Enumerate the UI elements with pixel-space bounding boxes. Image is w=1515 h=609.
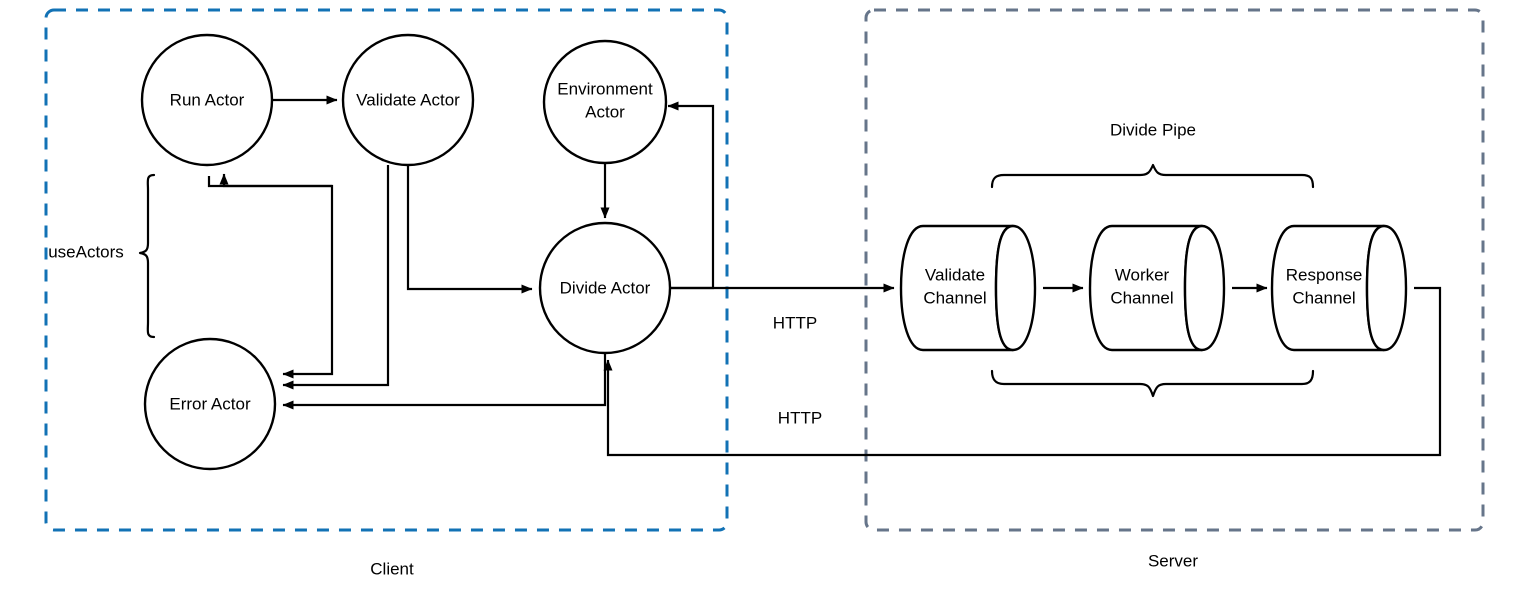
diagram-canvas: Client Server useActors Divide Pipe Run … (0, 0, 1515, 609)
node-environment-actor[interactable]: Environment Actor (542, 39, 668, 165)
divide-pipe-brace-bottom (990, 369, 1315, 398)
node-error-actor[interactable]: Error Actor (143, 337, 277, 471)
http-request-label: HTTP (773, 313, 817, 332)
worker-channel-label-line1: Worker (1115, 265, 1170, 284)
use-actors-brace (138, 173, 156, 339)
validate-actor-label: Validate Actor (356, 90, 460, 109)
run-actor-label: Run Actor (170, 90, 245, 109)
divide-pipe-brace-top (990, 163, 1315, 189)
http-response-label: HTTP (778, 408, 822, 427)
edge-divide-to-environment (667, 101, 715, 290)
environment-actor-label-line1: Environment (557, 79, 653, 98)
client-boundary-label: Client (370, 559, 414, 578)
node-run-actor[interactable]: Run Actor (140, 33, 274, 167)
server-boundary-label: Server (1148, 551, 1198, 570)
response-channel-label-line1: Response (1286, 265, 1363, 284)
edge-validate-to-error (282, 165, 390, 390)
response-channel-cap (1365, 224, 1408, 352)
validate-channel-label-line2: Channel (923, 288, 986, 307)
use-actors-group: useActors (48, 173, 156, 339)
node-worker-channel[interactable]: Worker Channel (1088, 224, 1226, 352)
node-response-channel[interactable]: Response Channel (1270, 224, 1408, 352)
divide-actor-label: Divide Actor (560, 278, 651, 297)
node-validate-actor[interactable]: Validate Actor (341, 33, 475, 167)
divide-pipe-label: Divide Pipe (1110, 120, 1196, 139)
use-actors-label: useActors (48, 242, 124, 261)
validate-channel-label-line1: Validate (925, 265, 985, 284)
environment-actor-label-line2: Actor (585, 102, 625, 121)
channels-layer: Validate Channel Worker Channel Response… (899, 224, 1408, 352)
edge-run-feedback-arrowhead (219, 173, 332, 188)
node-divide-actor[interactable]: Divide Actor (538, 221, 672, 355)
worker-channel-cap (1183, 224, 1226, 352)
edge-validate-to-divide (406, 165, 533, 294)
error-actor-label: Error Actor (169, 394, 251, 413)
worker-channel-label-line2: Channel (1110, 288, 1173, 307)
architecture-diagram: Client Server useActors Divide Pipe Run … (44, 8, 1485, 578)
validate-channel-cap (994, 224, 1037, 352)
node-validate-channel[interactable]: Validate Channel (899, 224, 1037, 352)
response-channel-label-line2: Channel (1292, 288, 1355, 307)
edge-labels-layer: HTTP HTTP (773, 313, 822, 427)
